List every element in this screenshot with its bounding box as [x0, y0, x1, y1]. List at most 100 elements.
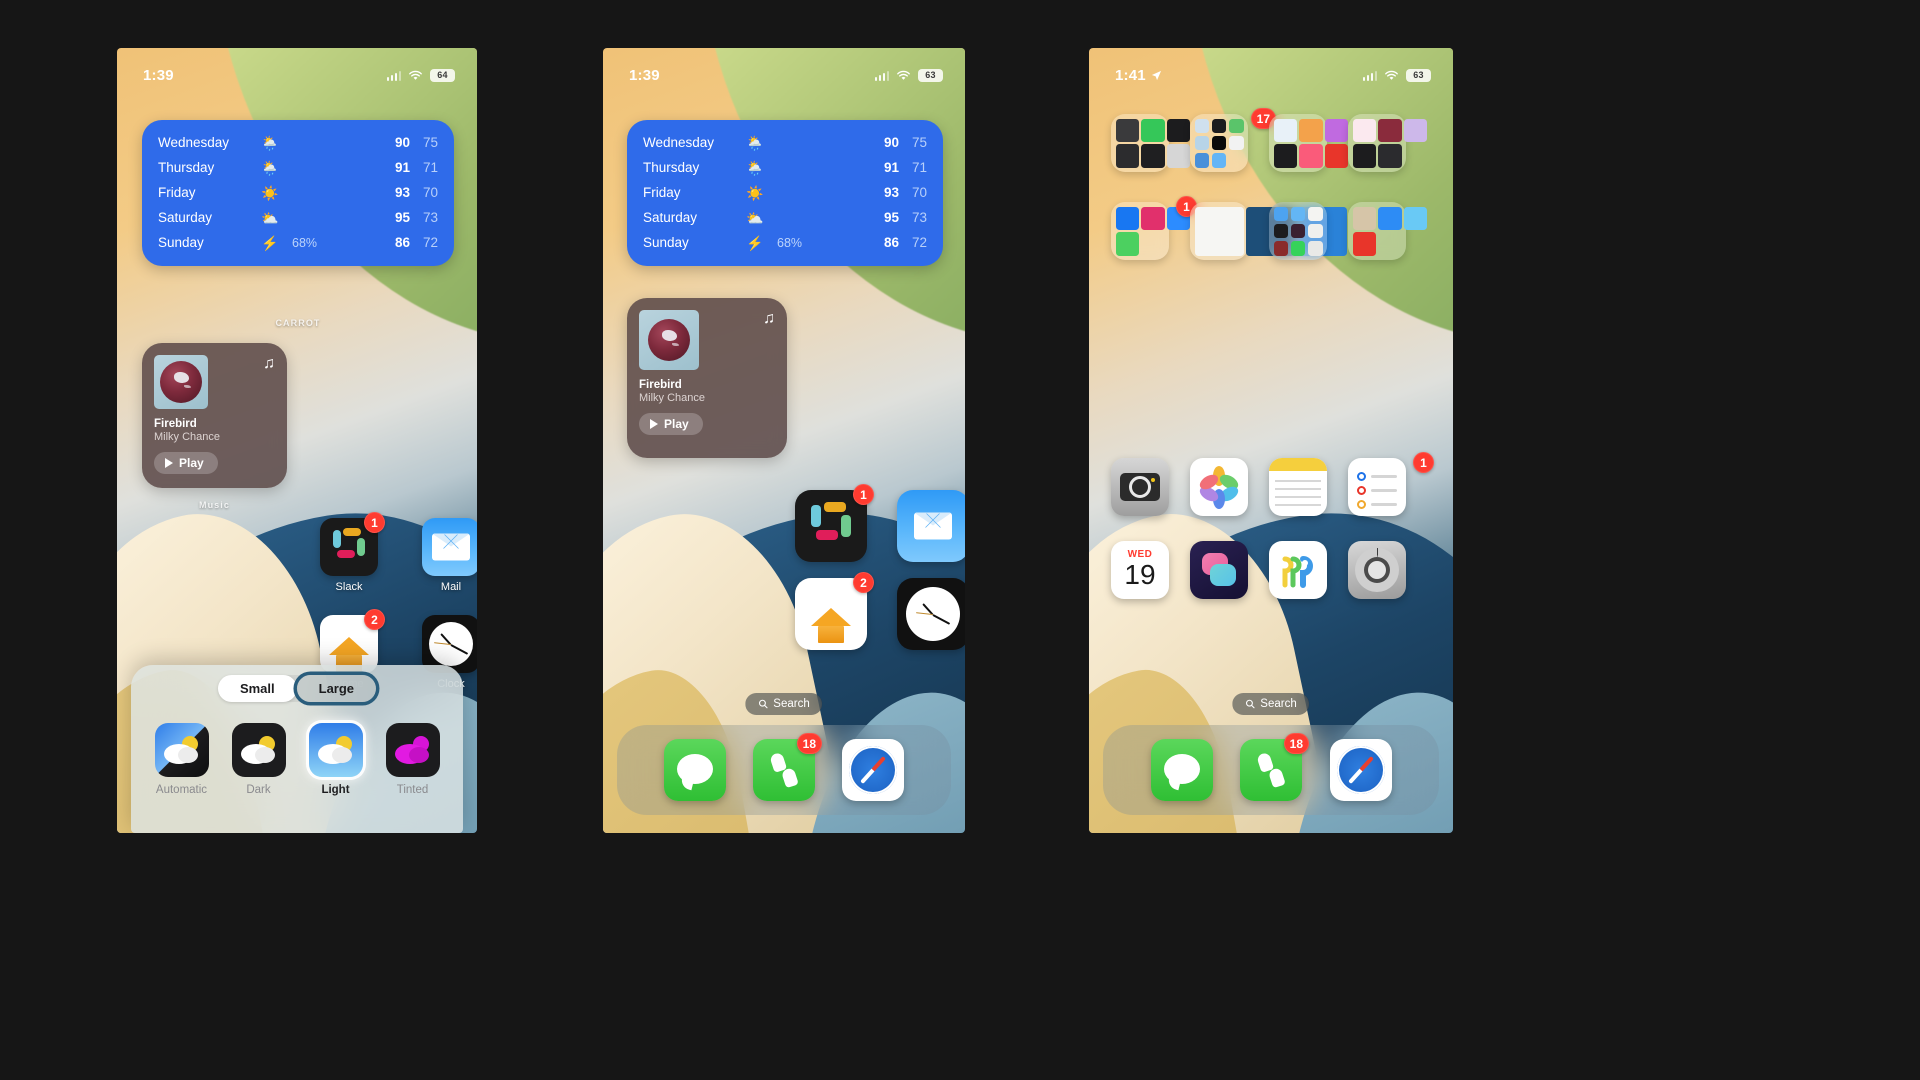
size-option-small[interactable]: Small — [217, 675, 297, 702]
music-note-icon: ♫ — [763, 310, 775, 327]
weather-low: 70 — [911, 185, 927, 200]
app-mail[interactable] — [897, 490, 965, 562]
dark-preview-icon — [231, 723, 286, 777]
weather-day: Friday — [158, 185, 196, 200]
partly-cloudy-icon: ⛅ — [746, 209, 764, 226]
weather-row: Sunday ⚡ 68% 86 72 — [158, 230, 438, 255]
app-calendar[interactable]: WED 19 — [1111, 541, 1190, 599]
weather-low: 71 — [422, 160, 438, 175]
app-slack[interactable]: 1 Slack — [320, 512, 385, 593]
app-label: Mail — [440, 581, 462, 593]
play-button[interactable]: Play — [154, 452, 218, 474]
carrot-weather-widget[interactable]: Wednesday 🌦️ 90 75 Thursday 🌦️ 91 71 Fri… — [627, 120, 943, 266]
rain-sun-icon: 🌦️ — [746, 134, 764, 151]
app-settings[interactable] — [1348, 541, 1427, 599]
weather-high: 91 — [883, 160, 899, 175]
folder-tools[interactable]: 17 — [1190, 108, 1276, 172]
app-shortcuts[interactable] — [1190, 541, 1269, 599]
weather-high: 93 — [394, 185, 410, 200]
size-segmented-control[interactable]: Small Large — [217, 675, 377, 702]
music-widget-caption: Music — [198, 500, 230, 510]
wifi-icon — [897, 70, 910, 80]
folder-shopping[interactable] — [1348, 202, 1428, 260]
search-button[interactable]: Search — [1232, 693, 1310, 715]
badge: 2 — [364, 609, 385, 630]
folder-health[interactable] — [1348, 114, 1428, 172]
weather-row: Thursday 🌦️ 91 71 — [643, 155, 927, 180]
cellular-signal-icon — [1362, 70, 1377, 81]
phone-screen-large-icons: 1:39 63 Wednesday 🌦️ 90 75 Thursday 🌦️ 9… — [603, 48, 965, 833]
search-icon — [758, 699, 768, 709]
wifi-icon — [409, 70, 422, 80]
folder-blank[interactable] — [1190, 202, 1347, 260]
folder-utilities[interactable] — [1111, 114, 1191, 172]
status-time: 1:39 — [143, 66, 174, 84]
app-reminders[interactable]: 1 — [1348, 452, 1434, 516]
music-widget[interactable]: ♫ Firebird Milky Chance Play — [142, 343, 287, 488]
passwords-icon — [1269, 541, 1327, 599]
reminders-icon — [1348, 458, 1406, 516]
dock-app-phone[interactable]: 18 — [753, 733, 822, 801]
app-notes[interactable] — [1269, 458, 1348, 516]
search-label: Search — [773, 698, 810, 710]
dock-app-phone[interactable]: 18 — [1240, 733, 1309, 801]
messages-icon — [1150, 739, 1213, 801]
appearance-option-automatic[interactable]: Automatic — [151, 723, 213, 796]
appearance-option-light[interactable]: Light — [305, 723, 367, 796]
sun-icon: ☀️ — [746, 184, 764, 201]
weather-day: Sunday — [158, 235, 204, 250]
rain-sun-icon: 🌦️ — [261, 159, 279, 176]
dock-app-safari[interactable] — [842, 739, 904, 801]
track-artist: Milky Chance — [154, 431, 221, 443]
folder-productivity[interactable] — [1269, 202, 1348, 260]
safari-icon — [842, 739, 904, 801]
appearance-option-tinted[interactable]: Tinted — [382, 723, 444, 796]
search-button[interactable]: Search — [745, 693, 823, 715]
weather-high: 91 — [394, 160, 410, 175]
battery-indicator: 64 — [430, 68, 455, 82]
dock-app-safari[interactable] — [1329, 739, 1392, 801]
weather-row: Thursday 🌦️ 91 71 — [158, 155, 438, 180]
weather-day: Wednesday — [643, 135, 715, 150]
weather-row: Sunday ⚡ 68% 86 72 — [643, 230, 927, 255]
weather-high: 95 — [883, 210, 899, 225]
badge: 1 — [364, 512, 385, 533]
weather-high: 86 — [883, 235, 899, 250]
folder-media[interactable] — [1269, 114, 1349, 172]
folder-grid — [1348, 202, 1428, 260]
carrot-weather-widget[interactable]: Wednesday 🌦️ 90 75 Thursday 🌦️ 91 71 Fri… — [142, 120, 454, 266]
appearance-option-dark[interactable]: Dark — [228, 723, 290, 796]
album-artwork — [154, 355, 208, 409]
dock-app-messages[interactable] — [1150, 739, 1213, 801]
weather-low: 71 — [911, 160, 927, 175]
music-note-icon: ♫ — [263, 355, 275, 372]
appearance-options-row: Automatic Dark Light Tinted — [131, 723, 463, 796]
settings-icon — [1348, 541, 1406, 599]
sun-icon: ☀️ — [261, 184, 279, 201]
weather-low: 70 — [422, 185, 438, 200]
cellular-signal-icon — [386, 70, 401, 81]
appearance-label: Dark — [246, 784, 271, 796]
music-widget[interactable]: ♫ Firebird Milky Chance Play — [627, 298, 787, 458]
mail-icon — [897, 490, 965, 562]
app-passwords[interactable] — [1269, 541, 1348, 599]
app-slack[interactable]: 1 — [795, 484, 874, 562]
notes-icon — [1269, 458, 1327, 516]
badge: 18 — [1283, 733, 1309, 754]
weather-precip: 68% — [292, 235, 318, 250]
phone-screen-edit-mode: 1:39 64 Wednesday 🌦️ 90 75 Thursday 🌦️ 9… — [117, 48, 477, 833]
play-button[interactable]: Play — [639, 413, 703, 435]
app-clock[interactable] — [897, 578, 965, 650]
folder-social[interactable]: 1 — [1111, 196, 1197, 260]
app-photos[interactable] — [1190, 458, 1269, 516]
weather-high: 86 — [394, 235, 410, 250]
app-mail[interactable]: Mail — [422, 518, 477, 593]
appearance-sheet: Small Large Automatic Dark Light Tinted — [131, 665, 463, 833]
app-home[interactable]: 2 — [795, 572, 874, 650]
size-option-large[interactable]: Large — [296, 675, 377, 702]
light-preview-icon — [308, 723, 363, 777]
app-camera[interactable] — [1111, 458, 1190, 516]
dock-app-messages[interactable] — [664, 739, 726, 801]
wifi-icon — [1385, 70, 1398, 80]
folder-grid — [1269, 202, 1327, 260]
